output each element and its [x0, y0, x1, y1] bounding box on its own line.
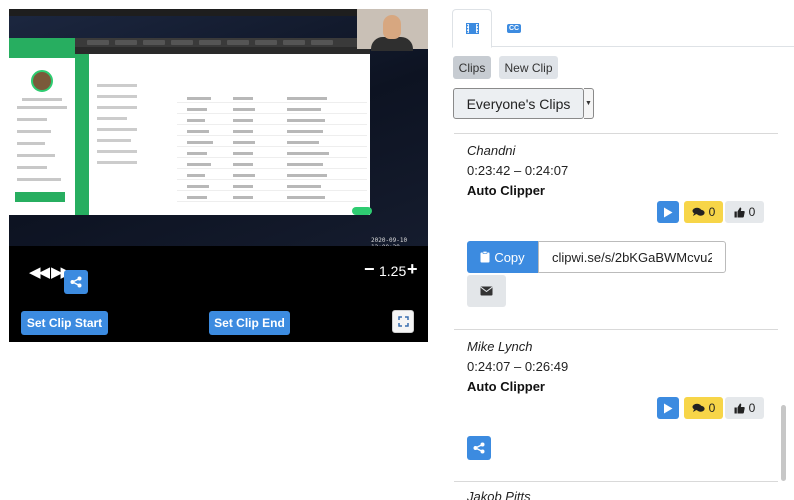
video-timestamp: 2020-09-10 12:00:39: [371, 237, 408, 246]
divider: [454, 481, 778, 482]
like-button[interactable]: 0: [725, 201, 764, 223]
video-share-button[interactable]: [64, 270, 88, 294]
copy-label: Copy: [494, 249, 525, 265]
set-clip-end-button[interactable]: Set Clip End: [209, 311, 290, 335]
comments-icon: [692, 403, 705, 412]
comment-count: 0: [708, 205, 716, 219]
share-icon: [70, 276, 82, 288]
email-button[interactable]: [467, 275, 506, 307]
clip-share-button[interactable]: [467, 436, 491, 460]
copy-link-button[interactable]: Copy: [467, 241, 538, 273]
comments-icon: [692, 207, 705, 216]
clip-filter-select[interactable]: Everyone's Clips: [453, 88, 584, 119]
play-clip-button[interactable]: [657, 201, 679, 223]
video-crm-table: [89, 54, 372, 215]
like-button[interactable]: 0: [725, 397, 764, 419]
play-clip-button[interactable]: [657, 397, 679, 419]
thumbs-up-icon: [734, 403, 745, 413]
like-count: 0: [748, 401, 756, 415]
playback-rate: 1.25: [379, 263, 407, 279]
share-icon: [473, 442, 485, 454]
video-player[interactable]: 2020-09-10 12:00:39 ◀◀ ▶▶ − 1.25 + Set C…: [9, 9, 428, 342]
divider: [454, 133, 778, 134]
fullscreen-button[interactable]: [392, 310, 414, 333]
clip-name: Chandni: [467, 143, 516, 158]
scrollbar-thumb[interactable]: [781, 405, 786, 481]
clip-name: Mike Lynch: [467, 339, 533, 354]
video-app-rail: [75, 54, 89, 215]
clip-author: Auto Clipper: [467, 379, 545, 394]
closed-captions-icon: CC: [506, 23, 522, 33]
envelope-icon: [480, 286, 493, 296]
new-clip-button[interactable]: New Clip: [499, 56, 558, 79]
panel-tab-bar: CC: [452, 9, 794, 48]
clip-author: Auto Clipper: [467, 183, 545, 198]
expand-icon: [397, 316, 409, 327]
thumbs-up-icon: [734, 207, 745, 217]
video-contact-panel: [9, 38, 75, 215]
film-icon: [465, 23, 479, 34]
tab-captions[interactable]: CC: [502, 9, 526, 47]
clip-name: Jakob Pitts: [467, 489, 531, 500]
clip-time-range: 0:23:42 – 0:24:07: [467, 163, 569, 178]
rate-decrease-button[interactable]: −: [364, 259, 375, 280]
comments-button[interactable]: 0: [684, 397, 723, 419]
divider: [454, 329, 778, 330]
video-frame[interactable]: 2020-09-10 12:00:39: [9, 9, 428, 246]
chevron-down-icon[interactable]: ▼: [584, 88, 594, 119]
play-icon: [664, 207, 673, 217]
webcam-overlay: [357, 9, 428, 51]
comments-button[interactable]: 0: [684, 201, 723, 223]
rate-increase-button[interactable]: +: [407, 259, 418, 280]
comment-count: 0: [708, 401, 716, 415]
clipboard-icon: [480, 251, 490, 263]
tab-video[interactable]: [452, 9, 492, 48]
clips-button[interactable]: Clips: [453, 56, 491, 79]
like-count: 0: [748, 205, 756, 219]
set-clip-start-button[interactable]: Set Clip Start: [21, 311, 108, 335]
clip-time-range: 0:24:07 – 0:26:49: [467, 359, 569, 374]
clip-url-field[interactable]: [538, 241, 726, 273]
rewind-button[interactable]: ◀◀: [29, 263, 50, 281]
play-icon: [664, 403, 673, 413]
video-browser-tabs: [67, 38, 370, 47]
